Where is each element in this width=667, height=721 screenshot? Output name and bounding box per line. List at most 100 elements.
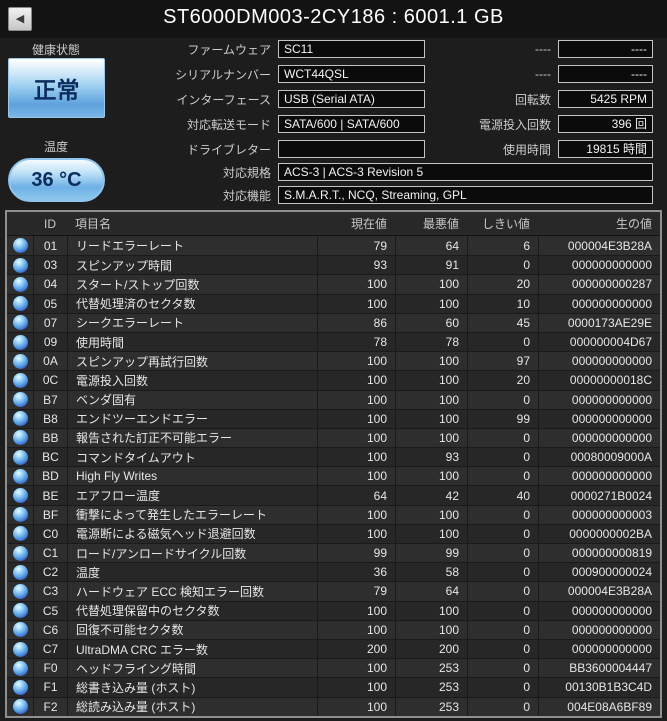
attribute-name-cell: High Fly Writes <box>67 467 317 486</box>
smart-attribute-row[interactable]: 07 シークエラーレート 86 60 45 0000173AE29E <box>7 312 660 332</box>
threshold-value-cell: 0 <box>467 505 538 524</box>
raw-value-cell: 000000000287 <box>538 275 660 294</box>
status-cell <box>7 679 33 695</box>
info-label: 電源投入回数 <box>478 117 551 132</box>
raw-value-cell: 000000000819 <box>538 544 660 563</box>
attribute-name-cell: 代替処理済のセクタ数 <box>67 294 317 313</box>
smart-attribute-row[interactable]: F1 総書き込み量 (ホスト) 100 253 0 00130B1B3C4D <box>7 677 660 697</box>
threshold-value-cell: 97 <box>467 352 538 371</box>
attribute-id-cell: C7 <box>33 639 67 659</box>
raw-value-cell: 000000000000 <box>538 256 660 275</box>
threshold-value-cell: 0 <box>467 582 538 601</box>
attribute-id-cell: F0 <box>33 659 67 678</box>
current-value-cell: 79 <box>317 582 395 601</box>
attribute-id-cell: B7 <box>33 390 67 409</box>
status-ok-icon <box>12 507 28 523</box>
raw-value-cell: 0000271B0024 <box>538 486 660 505</box>
attribute-id-cell: C0 <box>33 524 67 543</box>
smart-attribute-row[interactable]: C7 UltraDMA CRC エラー数 200 200 0 000000000… <box>7 638 660 659</box>
smart-attribute-row[interactable]: 03 スピンアップ時間 93 91 0 000000000000 <box>7 255 660 275</box>
smart-attribute-row[interactable]: C6 回復不可能セクタ数 100 100 0 000000000000 <box>7 619 660 639</box>
current-value-cell: 100 <box>317 448 395 467</box>
raw-value-cell: 000000000000 <box>538 620 660 639</box>
raw-value-cell: 0000000002BA <box>538 524 660 543</box>
smart-attribute-row[interactable]: BE エアフロー温度 64 42 40 0000271B0024 <box>7 485 660 505</box>
current-value-cell: 100 <box>317 620 395 639</box>
worst-value-cell: 100 <box>395 371 467 390</box>
status-cell <box>7 353 33 369</box>
smart-attribute-row[interactable]: C2 温度 36 58 0 000900000024 <box>7 562 660 582</box>
worst-value-cell: 100 <box>395 505 467 524</box>
smart-attribute-row[interactable]: 09 使用時間 78 78 0 000000004D67 <box>7 331 660 352</box>
smart-attribute-row[interactable]: BF 衝撃によって発生したエラーレート 100 100 0 0000000000… <box>7 504 660 524</box>
attribute-id-cell: C3 <box>33 582 67 601</box>
info-row: ファームウェア SC11 <box>0 40 425 58</box>
attribute-id-cell: C5 <box>33 601 67 620</box>
current-value-cell: 200 <box>317 639 395 659</box>
info-label: 対応転送モード <box>186 117 271 132</box>
attribute-name-cell: ベンダ固有 <box>67 390 317 409</box>
smart-attribute-row[interactable]: F0 ヘッドフライング時間 100 253 0 BB3600004447 <box>7 658 660 678</box>
status-cell <box>7 603 33 619</box>
smart-attribute-row[interactable]: 05 代替処理済のセクタ数 100 100 10 000000000000 <box>7 293 660 313</box>
worst-value-cell: 253 <box>395 678 467 697</box>
info-value-field: WCT44QSL <box>278 65 425 83</box>
smart-attribute-row[interactable]: BB 報告された訂正不可能エラー 100 100 0 000000000000 <box>7 427 660 448</box>
status-ok-icon <box>12 257 28 273</box>
smart-attribute-row[interactable]: 01 リードエラーレート 79 64 6 000004E3B28A <box>7 236 660 256</box>
status-cell <box>7 545 33 561</box>
attribute-id-cell: 0C <box>33 371 67 390</box>
threshold-value-cell: 0 <box>467 659 538 678</box>
attribute-id-cell: 09 <box>33 332 67 352</box>
smart-attribute-row[interactable]: 0A スピンアップ再試行回数 100 100 97 000000000000 <box>7 351 660 371</box>
threshold-value-cell: 10 <box>467 294 538 313</box>
smart-attribute-row[interactable]: C5 代替処理保留中のセクタ数 100 100 0 000000000000 <box>7 600 660 620</box>
info-row: 使用時間 19815 時間 <box>440 140 653 158</box>
smart-attribute-row[interactable]: B8 エンドツーエンドエラー 100 100 99 000000000000 <box>7 408 660 428</box>
smart-attribute-table: ID 項目名 現在値 最悪値 しきい値 生の値 01 リードエラーレート 79 … <box>5 210 662 718</box>
smart-attribute-row[interactable]: C3 ハードウェア ECC 検知エラー回数 79 64 0 000004E3B2… <box>7 581 660 601</box>
threshold-value-cell: 0 <box>467 678 538 697</box>
smart-attribute-row[interactable]: 0C 電源投入回数 100 100 20 00000000018C <box>7 370 660 390</box>
info-value-field: USB (Serial ATA) <box>278 90 425 108</box>
info-label: 回転数 <box>514 92 551 107</box>
smart-attribute-row[interactable]: F2 総読み込み量 (ホスト) 100 253 0 004E08A6BF89 <box>7 696 660 716</box>
raw-value-cell: 000000000000 <box>538 390 660 409</box>
attribute-id-cell: 0A <box>33 352 67 371</box>
info-label: シリアルナンバー <box>175 67 271 82</box>
attribute-id-cell: C2 <box>33 563 67 582</box>
status-cell <box>7 622 33 638</box>
attribute-id-cell: 01 <box>33 236 67 256</box>
attribute-id-cell: 05 <box>33 294 67 313</box>
raw-value-cell: 000900000024 <box>538 563 660 582</box>
current-value-cell: 36 <box>317 563 395 582</box>
status-cell <box>7 488 33 504</box>
attribute-name-cell: 温度 <box>67 563 317 582</box>
status-ok-icon <box>12 488 28 504</box>
status-ok-icon <box>12 622 28 638</box>
smart-attribute-row[interactable]: 04 スタート/ストップ回数 100 100 20 000000000287 <box>7 274 660 294</box>
worst-value-cell: 93 <box>395 448 467 467</box>
info-row: インターフェース USB (Serial ATA) <box>0 90 425 108</box>
raw-value-cell: 000000004D67 <box>538 332 660 352</box>
smart-attribute-row[interactable]: BD High Fly Writes 100 100 0 00000000000… <box>7 466 660 486</box>
info-label: ---- <box>535 42 551 56</box>
raw-value-cell: 000004E3B28A <box>538 582 660 601</box>
smart-attribute-row[interactable]: B7 ベンダ固有 100 100 0 000000000000 <box>7 389 660 409</box>
smart-attribute-row[interactable]: C1 ロード/アンロードサイクル回数 99 99 0 000000000819 <box>7 543 660 563</box>
attribute-name-cell: スピンアップ時間 <box>67 256 317 275</box>
status-cell <box>7 296 33 312</box>
attribute-name-cell: スピンアップ再試行回数 <box>67 352 317 371</box>
info-value-field: S.M.A.R.T., NCQ, Streaming, GPL <box>278 186 653 204</box>
status-ok-icon <box>12 449 28 465</box>
attribute-id-cell: BD <box>33 467 67 486</box>
attribute-id-cell: BE <box>33 486 67 505</box>
attribute-name-cell: エンドツーエンドエラー <box>67 409 317 428</box>
smart-attribute-row[interactable]: C0 電源断による磁気ヘッド退避回数 100 100 0 0000000002B… <box>7 523 660 543</box>
current-value-cell: 100 <box>317 390 395 409</box>
attribute-name-cell: 電源投入回数 <box>67 371 317 390</box>
smart-attribute-row[interactable]: BC コマンドタイムアウト 100 93 0 00080009000A <box>7 447 660 467</box>
raw-value-cell: 0000173AE29E <box>538 313 660 332</box>
attribute-name-cell: 回復不可能セクタ数 <box>67 620 317 639</box>
name-column-header: 項目名 <box>75 217 112 231</box>
